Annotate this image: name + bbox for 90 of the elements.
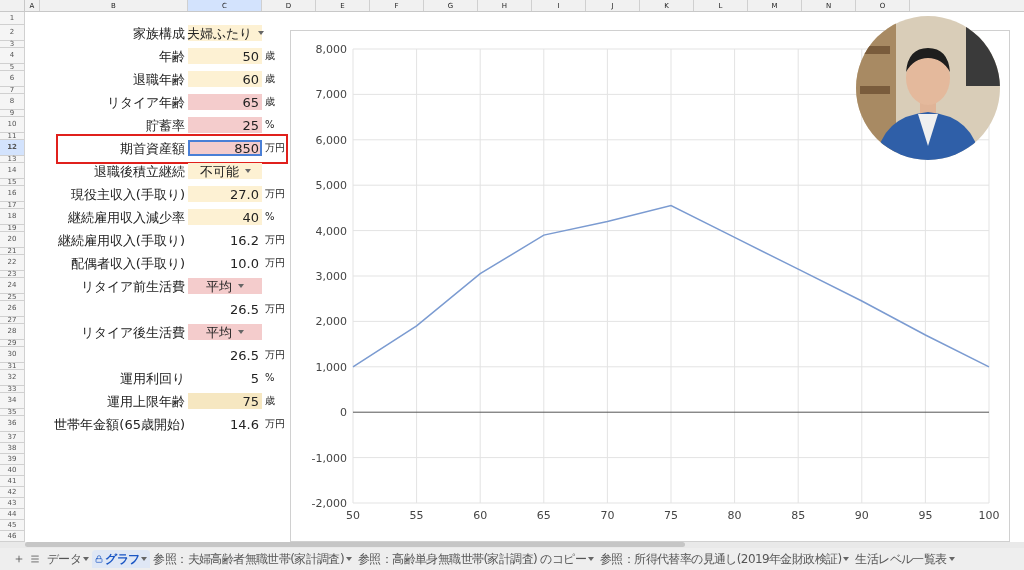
unit-label: % [265, 120, 275, 130]
field-label: 退職後積立継続 [94, 164, 185, 178]
caret-icon [843, 557, 850, 561]
field-label: 現役主収入(手取り) [70, 187, 185, 201]
caret-icon [244, 169, 251, 173]
axis-label: 80 [727, 509, 742, 522]
axis-label: 65 [536, 509, 551, 522]
axis-label: 6,000 [315, 133, 347, 147]
field-label: 運用上限年齢 [107, 394, 185, 408]
axis-label: 55 [409, 509, 424, 522]
caret-icon [948, 557, 955, 561]
unit-label: 歳 [265, 97, 275, 107]
caret-icon [83, 557, 90, 561]
unit-label: 万円 [265, 419, 285, 429]
menu-icon[interactable] [30, 554, 40, 564]
axis-label: -2,000 [311, 497, 347, 510]
field-label: リタイア年齢 [107, 95, 185, 109]
axis-label: 100 [978, 509, 1000, 522]
axis-label: 7,000 [315, 88, 347, 102]
add-sheet-icon[interactable] [14, 554, 24, 564]
value-cell[interactable]: 75 [188, 393, 262, 409]
dropdown-cell[interactable]: 平均 [188, 278, 262, 294]
sheet-tab[interactable]: 生活レベル一覧表 [852, 550, 958, 568]
sheet-tab[interactable]: 参照：夫婦高齢者無職世帯(家計調査) [150, 550, 355, 568]
field-label: 配偶者収入(手取り) [70, 256, 185, 270]
field-label: 期首資産額 [120, 141, 185, 155]
sheet-tab[interactable]: グラフ [92, 550, 151, 568]
value-cell[interactable]: 26.5 [188, 347, 262, 363]
axis-label: 2,000 [315, 315, 347, 329]
field-label: 家族構成 [133, 26, 185, 40]
lock-icon [95, 555, 104, 563]
value-cell[interactable]: 16.2 [188, 232, 262, 248]
unit-label: 万円 [265, 304, 285, 314]
unit-label: % [265, 373, 275, 383]
value-cell[interactable]: 65 [188, 94, 262, 110]
unit-label: 万円 [265, 235, 285, 245]
dropdown-cell[interactable]: 不可能 [188, 163, 262, 179]
axis-label: 85 [791, 509, 806, 522]
caret-icon [587, 557, 594, 561]
value-cell[interactable]: 27.0 [188, 186, 262, 202]
dropdown-cell[interactable]: 夫婦ふたり [188, 25, 262, 41]
value-cell[interactable]: 60 [188, 71, 262, 87]
field-label: 年齢 [159, 49, 185, 63]
axis-label: 1,000 [315, 360, 347, 374]
axis-label: 95 [918, 509, 933, 522]
unit-label: 歳 [265, 396, 275, 406]
caret-icon [141, 557, 148, 561]
unit-label: 歳 [265, 51, 275, 61]
value-cell[interactable]: 14.6 [188, 416, 262, 432]
axis-label: 5,000 [315, 179, 347, 193]
field-label: リタイア前生活費 [81, 279, 185, 293]
field-label: 継続雇用収入(手取り) [57, 233, 185, 247]
value-cell[interactable]: 25 [188, 117, 262, 133]
unit-label: 万円 [265, 350, 285, 360]
axis-label: -1,000 [311, 451, 347, 465]
unit-label: 万円 [265, 258, 285, 268]
unit-label: % [265, 212, 275, 222]
axis-label: 75 [664, 509, 678, 522]
axis-label: 50 [346, 509, 360, 522]
field-label: 運用利回り [120, 371, 185, 385]
field-label: リタイア後生活費 [81, 325, 185, 339]
caret-icon [238, 330, 244, 334]
value-cell[interactable]: 850 [188, 140, 262, 156]
field-label: 退職年齢 [133, 72, 185, 86]
sheet-tab[interactable]: データ [44, 550, 93, 568]
value-cell[interactable]: 40 [188, 209, 262, 225]
value-cell[interactable]: 50 [188, 48, 262, 64]
axis-label: 4,000 [315, 224, 347, 238]
unit-label: 万円 [265, 189, 285, 199]
caret-icon [257, 31, 264, 35]
axis-label: 3,000 [315, 270, 347, 283]
sheet-tab[interactable]: 参照：所得代替率の見通し(2019年金財政検証) [596, 550, 853, 568]
axis-label: 8,000 [315, 43, 347, 56]
caret-icon [346, 557, 352, 561]
unit-label: 歳 [265, 74, 275, 84]
caret-icon [238, 284, 244, 288]
scrollbar-thumb[interactable] [25, 542, 685, 547]
axis-label: 70 [600, 509, 615, 522]
field-label: 継続雇用収入減少率 [68, 210, 185, 224]
value-cell[interactable]: 5 [188, 370, 262, 386]
field-label: 貯蓄率 [146, 118, 185, 132]
dropdown-cell[interactable]: 平均 [188, 324, 262, 340]
value-cell[interactable]: 26.5 [188, 301, 262, 317]
unit-label: 万円 [265, 143, 285, 153]
field-label: 世帯年金額(65歳開始) [54, 417, 185, 431]
axis-label: 90 [854, 509, 869, 522]
sheet-tab[interactable]: 参照：高齢単身無職世帯(家計調査) のコピー [355, 550, 597, 568]
value-cell[interactable]: 10.0 [188, 255, 262, 271]
axis-label: 60 [473, 509, 488, 522]
axis-label: 0 [340, 406, 347, 420]
